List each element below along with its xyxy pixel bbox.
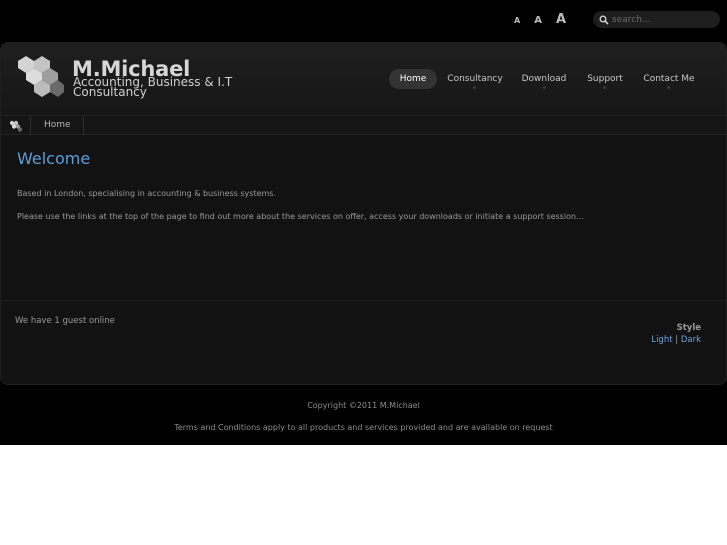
style-light-link[interactable]: Light xyxy=(651,335,672,345)
font-size-medium-button[interactable]: A xyxy=(534,15,542,26)
breadcrumb: Home xyxy=(1,115,726,135)
breadcrumb-home-link[interactable]: Home xyxy=(44,120,71,130)
main-nav: Home Consultancy Download Support Contac… xyxy=(1,69,726,91)
nav-dot xyxy=(543,86,546,89)
search-input[interactable] xyxy=(612,14,712,25)
footer-divider xyxy=(1,300,726,301)
font-size-large-button[interactable]: A xyxy=(556,12,566,27)
breadcrumb-divider xyxy=(30,116,31,135)
page-title: Welcome xyxy=(17,149,91,168)
site-header: M.Michael Accounting, Business & I.T Con… xyxy=(1,43,726,115)
style-dark-link[interactable]: Dark xyxy=(681,335,701,345)
nav-dot xyxy=(473,86,476,89)
home-icon[interactable] xyxy=(9,119,23,132)
font-size-small-button[interactable]: A xyxy=(514,16,520,25)
font-size-switcher: A A A xyxy=(514,12,580,28)
page: A A A M.Michael Accounting, Business & I… xyxy=(0,0,727,445)
copyright: Copyright ©2011 M.Michael xyxy=(307,401,420,410)
style-separator: | xyxy=(675,335,679,345)
nav-dot xyxy=(603,86,606,89)
nav-dot xyxy=(667,86,670,89)
style-switcher: Light | Dark xyxy=(651,335,701,345)
breadcrumb-divider xyxy=(83,116,84,135)
online-status: We have 1 guest online xyxy=(15,316,115,326)
terms-notice: Terms and Conditions apply to all produc… xyxy=(174,423,553,432)
search-icon xyxy=(599,15,609,25)
links-paragraph: Please use the links at the top of the p… xyxy=(17,212,584,221)
nav-item-home[interactable]: Home xyxy=(389,69,437,89)
search-box[interactable] xyxy=(593,11,720,28)
style-label: Style xyxy=(676,323,701,333)
main-panel: M.Michael Accounting, Business & I.T Con… xyxy=(0,42,727,385)
intro-paragraph: Based in London, specialising in account… xyxy=(17,189,277,198)
